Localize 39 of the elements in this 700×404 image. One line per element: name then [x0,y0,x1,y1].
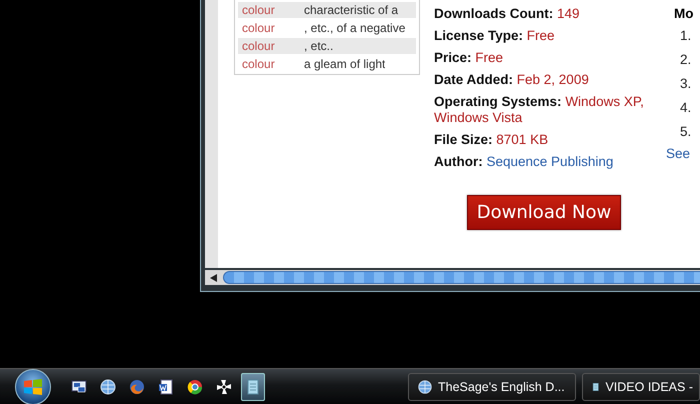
author-link[interactable]: Sequence Publishing [486,154,614,169]
table-cell: a gleam of light [304,57,386,71]
start-button[interactable] [15,368,51,404]
show-desktop-icon [70,378,88,396]
colored-ball-icon [186,378,204,396]
list-number: 1. [680,28,692,45]
quick-launch-button[interactable] [241,372,265,400]
globe-icon [417,378,433,394]
word-document-icon [157,378,175,396]
scroll-left-icon[interactable] [210,274,216,282]
detail-line: Author: Sequence Publishing [434,154,614,170]
see-more-link[interactable]: See [666,146,694,161]
list-number: 4. [680,100,692,117]
table-cell-text: colour [241,57,276,71]
list-number: 3. [680,76,692,93]
table-cell-text: colour [241,39,276,53]
table-cell: , etc., of a negative [304,21,406,35]
download-button[interactable]: Download Now [466,195,622,230]
section-heading: Mo [674,6,694,21]
table-cell-text: colour [241,21,276,35]
horizontal-scrollbar[interactable] [205,270,700,285]
fan-icon [215,378,233,396]
fox-browser-icon [128,378,146,396]
detail-line: Price: Free [434,50,504,66]
globe-icon [99,378,117,396]
detail-line: Operating Systems: Windows XP, Windows Vista [434,94,645,126]
windows-logo-icon [23,378,43,396]
detail-line: File Size: 8701 KB [434,132,550,148]
table-cell-text: colour [241,3,276,17]
detail-line: License Type: Free [434,28,556,44]
taskbar-button[interactable]: VIDEO IDEAS - [582,372,700,400]
table-cell: characteristic of a [304,3,398,17]
list-number: 2. [680,52,692,69]
taskbar-button[interactable]: TheSage's English D... [408,372,576,400]
detail-line: Downloads Count: 149 [434,6,581,22]
detail-line: Date Added: Feb 2, 2009 [434,72,590,88]
list-number: 5. [680,124,692,141]
scrollbar-thumb[interactable] [223,271,700,284]
table-cell: , etc.. [304,39,334,53]
